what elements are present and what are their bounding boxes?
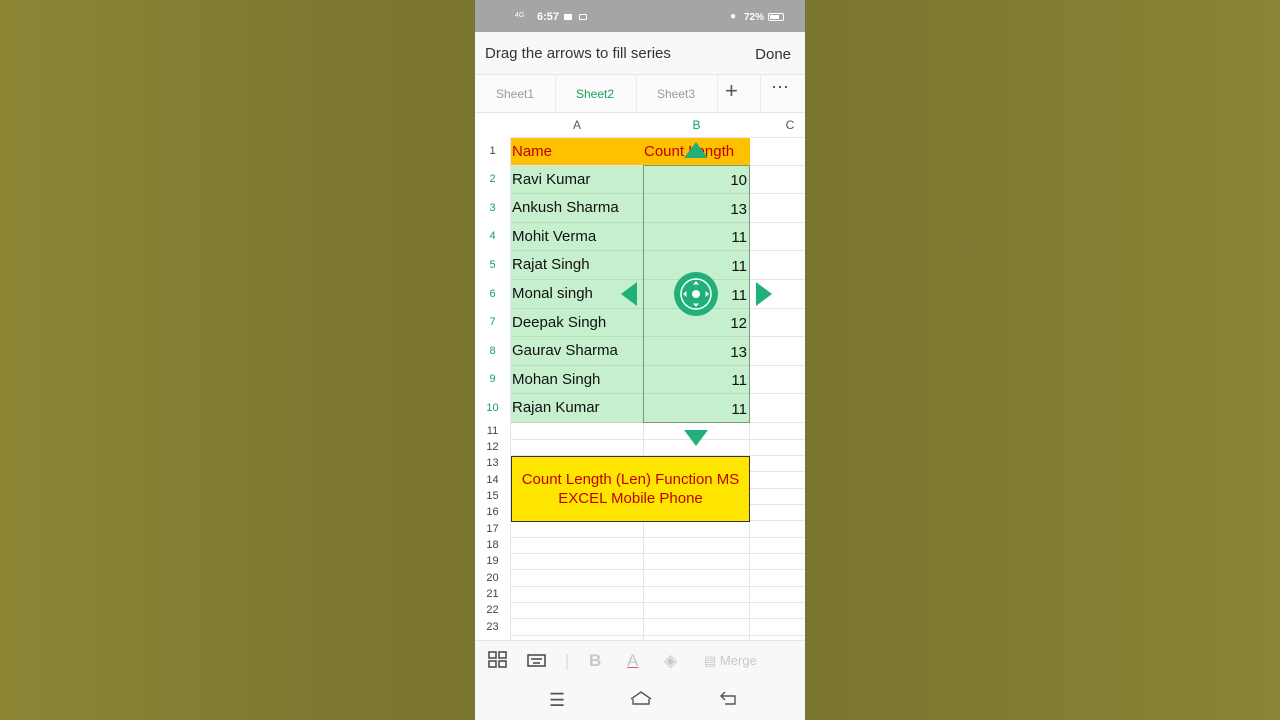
cell-name[interactable]: Gaurav Sharma bbox=[511, 337, 643, 366]
column-header-b[interactable]: B bbox=[644, 113, 749, 137]
background-right bbox=[805, 0, 1280, 720]
title-note-box[interactable]: Count Length (Len) Function MS EXCEL Mob… bbox=[511, 456, 750, 522]
row-header[interactable]: 5 bbox=[475, 259, 510, 271]
cell-name[interactable]: Rajat Singh bbox=[511, 251, 643, 280]
cell-count[interactable]: 11 bbox=[644, 394, 749, 423]
row-header[interactable]: 2 bbox=[475, 173, 510, 185]
row-header[interactable]: 22 bbox=[475, 604, 510, 616]
spreadsheet-grid[interactable]: A B C 1 2 3 4 5 6 7 8 9 10 11 12 13 14 1… bbox=[475, 113, 805, 640]
row-header[interactable]: 9 bbox=[475, 373, 510, 385]
plus-icon[interactable]: + bbox=[725, 78, 738, 104]
wifi-icon: ● bbox=[730, 11, 737, 22]
row-header[interactable]: 18 bbox=[475, 539, 510, 551]
cell-name[interactable]: Ankush Sharma bbox=[511, 194, 643, 223]
fill-down-arrow-icon[interactable] bbox=[684, 430, 708, 446]
row-header[interactable]: 14 bbox=[475, 474, 510, 486]
header-cell-name[interactable]: Name bbox=[511, 138, 644, 165]
tab-sheet1[interactable]: Sheet1 bbox=[475, 87, 555, 101]
cell-name[interactable]: Deepak Singh bbox=[511, 309, 643, 337]
fill-left-arrow-icon[interactable] bbox=[621, 282, 637, 306]
row-header[interactable]: 8 bbox=[475, 345, 510, 357]
tab-divider bbox=[717, 75, 718, 113]
row-header[interactable]: 1 bbox=[475, 145, 510, 157]
fill-series-message: Drag the arrows to fill series bbox=[485, 45, 671, 62]
keyboard-icon[interactable] bbox=[527, 651, 547, 674]
move-handle-icon[interactable] bbox=[674, 272, 718, 316]
merge-button[interactable]: ▤ Merge bbox=[704, 653, 757, 669]
row-header[interactable]: 16 bbox=[475, 506, 510, 518]
row-header[interactable]: 12 bbox=[475, 441, 510, 453]
tab-sheet3[interactable]: Sheet3 bbox=[636, 87, 716, 101]
grid-line bbox=[510, 602, 805, 603]
cell-name[interactable]: Rajan Kumar bbox=[511, 394, 643, 423]
row-header[interactable]: 20 bbox=[475, 572, 510, 584]
row-header[interactable]: 19 bbox=[475, 555, 510, 567]
row-header[interactable]: 13 bbox=[475, 457, 510, 469]
home-icon[interactable] bbox=[629, 690, 653, 711]
cell-name[interactable]: Mohan Singh bbox=[511, 366, 643, 394]
tab-divider bbox=[760, 75, 761, 113]
video-icon bbox=[564, 14, 572, 20]
row-header[interactable]: 6 bbox=[475, 288, 510, 300]
column-header-a[interactable]: A bbox=[511, 113, 643, 137]
battery-icon bbox=[768, 13, 784, 21]
cell-name[interactable]: Mohit Verma bbox=[511, 223, 643, 251]
cell-count[interactable]: 11 bbox=[644, 223, 749, 251]
status-bar: 4G 6:57 ● 72% bbox=[475, 0, 805, 32]
tab-sheet2[interactable]: Sheet2 bbox=[555, 87, 635, 101]
row-header[interactable]: 23 bbox=[475, 621, 510, 633]
cell-count[interactable]: 13 bbox=[644, 337, 749, 366]
grid-line bbox=[749, 137, 750, 640]
phone-screen: 4G 6:57 ● 72% Drag the arrows to fill se… bbox=[475, 0, 805, 720]
row-header[interactable]: 11 bbox=[475, 425, 510, 437]
fill-up-arrow-icon[interactable] bbox=[684, 142, 708, 158]
signal-indicator: 4G bbox=[515, 12, 525, 19]
row-header[interactable]: 10 bbox=[475, 402, 510, 414]
fill-series-bar: Drag the arrows to fill series Done bbox=[475, 32, 805, 74]
row-header[interactable]: 7 bbox=[475, 316, 510, 328]
system-nav-bar: ☰ bbox=[475, 682, 805, 720]
bold-icon[interactable]: B bbox=[589, 651, 601, 671]
grid-line bbox=[510, 569, 805, 570]
menu-icon[interactable]: ☰ bbox=[549, 690, 565, 711]
sheet-tabs: Sheet1 Sheet2 Sheet3 + ⋯ bbox=[475, 74, 805, 113]
background-left bbox=[0, 0, 475, 720]
grid-line bbox=[510, 635, 805, 636]
note-line-1: Count Length (Len) Function MS bbox=[521, 471, 740, 488]
font-color-icon[interactable]: A bbox=[627, 651, 638, 671]
cell-count[interactable]: 13 bbox=[644, 194, 749, 223]
more-icon[interactable]: ⋯ bbox=[771, 77, 790, 98]
fill-color-icon[interactable]: ◈ bbox=[664, 651, 677, 671]
done-button[interactable]: Done bbox=[755, 46, 791, 63]
cell-count[interactable]: 11 bbox=[644, 366, 749, 394]
record-icon bbox=[579, 14, 587, 20]
row-header[interactable]: 3 bbox=[475, 202, 510, 214]
grid-line bbox=[510, 537, 805, 538]
battery-percent: 72% bbox=[744, 12, 765, 23]
grid-line bbox=[510, 553, 805, 554]
column-header-c[interactable]: C bbox=[750, 113, 805, 137]
bottom-toolbar: | B A ◈ ▤ Merge bbox=[475, 640, 805, 682]
back-icon[interactable] bbox=[719, 690, 737, 711]
status-time: 6:57 bbox=[537, 11, 560, 23]
cell-name[interactable]: Ravi Kumar bbox=[511, 166, 643, 194]
note-line-2: EXCEL Mobile Phone bbox=[558, 490, 703, 507]
row-header[interactable]: 17 bbox=[475, 523, 510, 535]
row-header[interactable]: 15 bbox=[475, 490, 510, 502]
fill-right-arrow-icon[interactable] bbox=[756, 282, 772, 306]
merge-icon: ▤ bbox=[704, 653, 717, 668]
merge-label: Merge bbox=[719, 653, 757, 668]
apps-icon[interactable] bbox=[488, 651, 508, 674]
grid-line bbox=[510, 439, 805, 440]
cell-count[interactable]: 10 bbox=[644, 166, 749, 194]
grid-line bbox=[510, 586, 805, 587]
row-header[interactable]: 21 bbox=[475, 588, 510, 600]
toolbar-divider: | bbox=[565, 651, 570, 670]
row-header[interactable]: 4 bbox=[475, 230, 510, 242]
grid-line bbox=[510, 618, 805, 619]
